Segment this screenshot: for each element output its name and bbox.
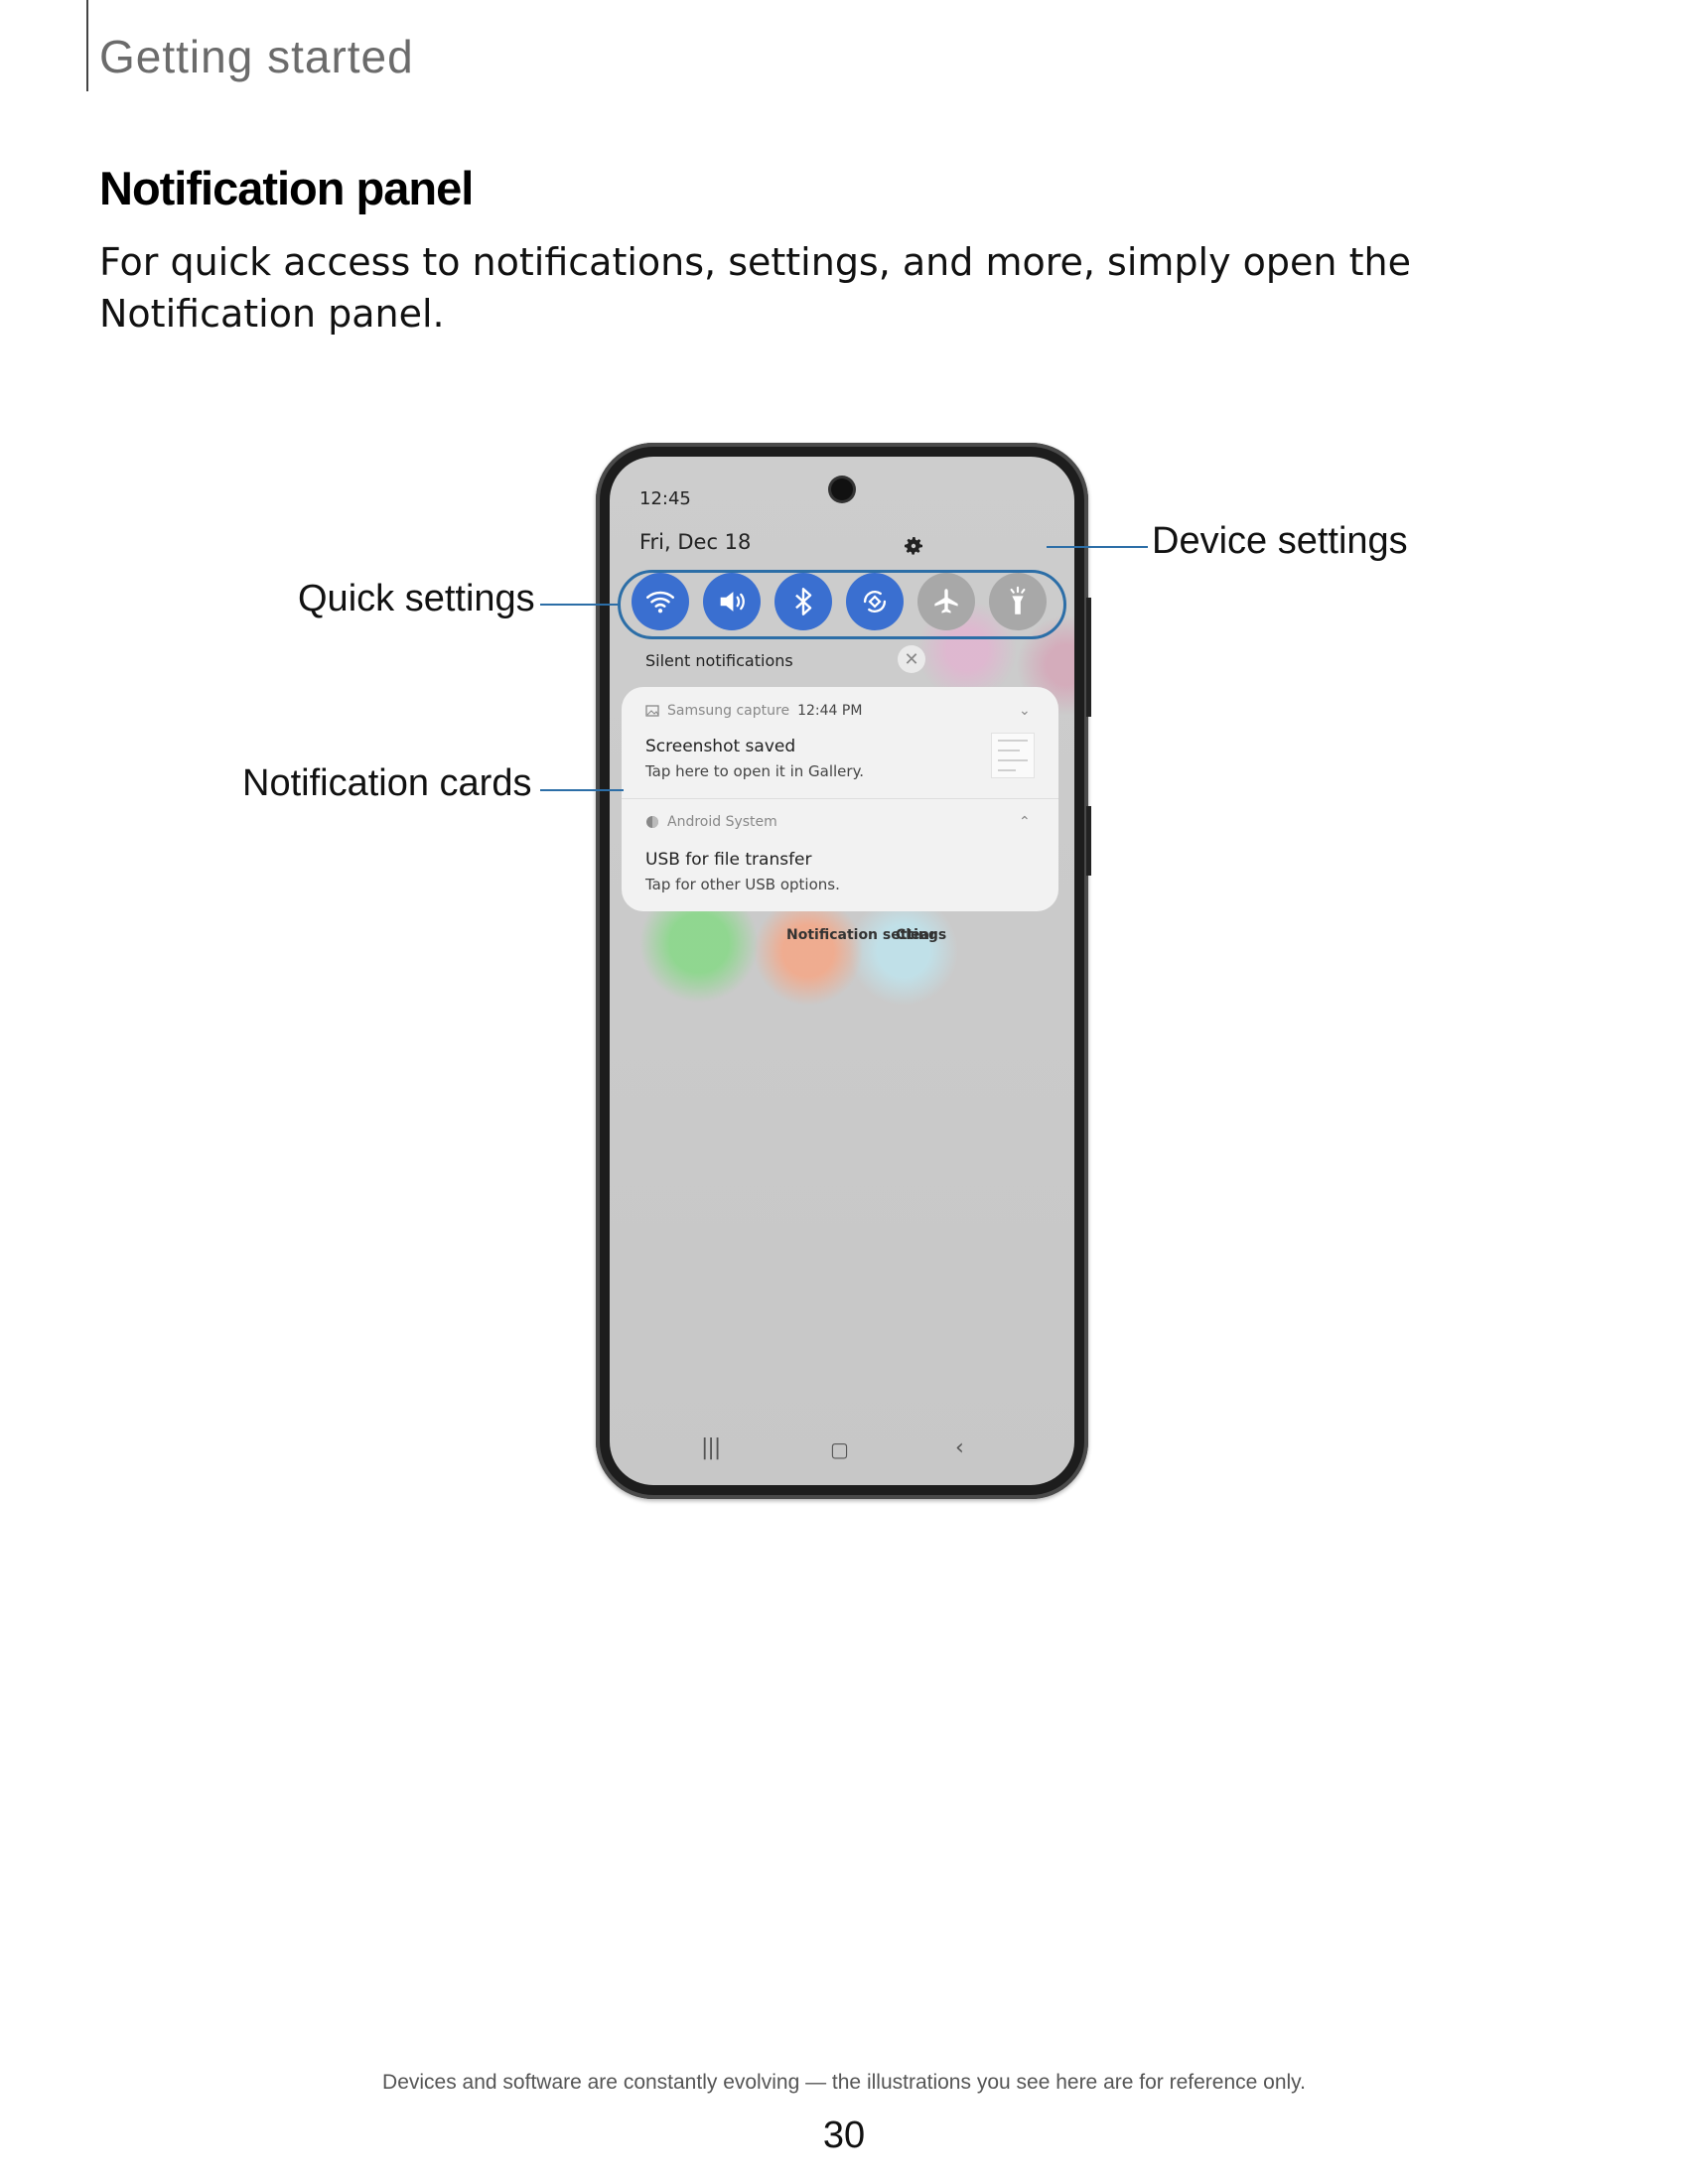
- card-time: 12:44 PM: [797, 703, 863, 719]
- date-label: Fri, Dec 18: [639, 530, 752, 554]
- front-camera: [831, 478, 853, 500]
- section-divider: [86, 0, 88, 91]
- gallery-icon: [645, 705, 659, 717]
- status-time: 12:45: [639, 488, 691, 509]
- notification-card-title[interactable]: USB for file transfer: [645, 850, 812, 870]
- recents-icon[interactable]: |||: [701, 1435, 721, 1460]
- card-app-header: Android System: [645, 814, 777, 830]
- gear-icon[interactable]: [902, 534, 925, 558]
- close-icon[interactable]: ✕: [898, 645, 925, 673]
- card-app-name: Android System: [667, 814, 777, 830]
- clear-button[interactable]: Clear: [896, 927, 936, 943]
- quick-settings-highlight: [618, 570, 1066, 639]
- section-title: Getting started: [99, 31, 414, 82]
- notification-card-subtitle: Tap here to open it in Gallery.: [645, 762, 865, 780]
- notification-cards: Samsung capture 12:44 PM ⌄ Screenshot sa…: [622, 687, 1058, 911]
- notification-cards-leader: [540, 789, 624, 791]
- card-app-name: Samsung capture: [667, 703, 790, 719]
- device-settings-leader: [1047, 546, 1148, 548]
- silent-notifications-label: Silent notifications: [645, 651, 793, 670]
- volume-button: [1086, 598, 1091, 717]
- notification-card-subtitle: Tap for other USB options.: [645, 876, 840, 893]
- back-icon[interactable]: ‹: [955, 1435, 964, 1460]
- quick-settings-callout: Quick settings: [298, 578, 535, 619]
- card-divider: [622, 798, 1058, 799]
- screenshot-thumbnail[interactable]: [991, 733, 1035, 778]
- page-number: 30: [822, 2115, 866, 2156]
- notification-card-title[interactable]: Screenshot saved: [645, 737, 795, 756]
- navigation-bar: ||| ▢ ‹: [610, 1430, 1074, 1469]
- chevron-up-icon[interactable]: ⌃: [1019, 814, 1031, 830]
- quick-settings-leader: [540, 604, 618, 606]
- intro-paragraph: For quick access to notifications, setti…: [99, 240, 1411, 336]
- card-app-header: Samsung capture 12:44 PM: [645, 703, 862, 719]
- disclaimer: Devices and software are constantly evol…: [382, 2071, 1306, 2094]
- notification-cards-callout: Notification cards: [242, 762, 532, 804]
- chevron-down-icon[interactable]: ⌄: [1019, 703, 1031, 719]
- device-settings-callout: Device settings: [1152, 520, 1408, 562]
- side-key: [1086, 806, 1091, 876]
- home-icon[interactable]: ▢: [830, 1437, 849, 1461]
- android-system-icon: [646, 816, 658, 828]
- page-title: Notification panel: [99, 162, 474, 214]
